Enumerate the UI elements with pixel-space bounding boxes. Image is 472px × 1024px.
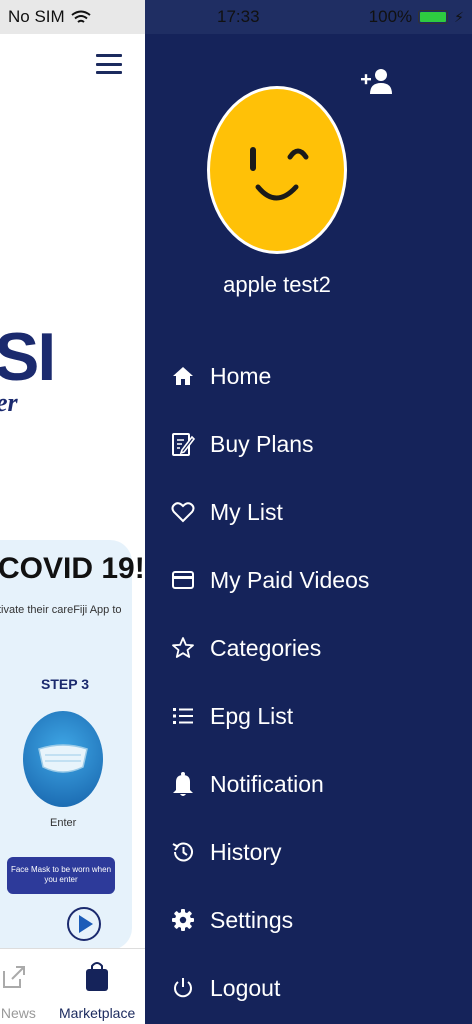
star-icon [171, 636, 195, 660]
menu-item-logout[interactable]: Logout [145, 954, 472, 1022]
tab-marketplace-label: Marketplace [59, 1005, 136, 1021]
home-icon [171, 364, 195, 388]
menu-item-history[interactable]: History [145, 818, 472, 886]
promo-title: COVID 19! [0, 552, 145, 585]
shopping-bag-icon [86, 962, 108, 991]
tab-news-label: c News [0, 1005, 36, 1021]
wifi-icon [71, 10, 91, 23]
menu-label-my-paid-videos: My Paid Videos [210, 566, 370, 593]
mask-note-button[interactable]: Face Mask to be worn when you enter [7, 857, 115, 894]
step-label: STEP 3 [41, 676, 89, 692]
promo-description: tivate their careFiji App to [0, 604, 122, 616]
tab-marketplace[interactable]: Marketplace [56, 949, 142, 1024]
menu-item-settings[interactable]: Settings [145, 886, 472, 954]
brand-logo-icon [67, 907, 101, 941]
menu-item-my-paid-videos[interactable]: My Paid Videos [145, 546, 472, 614]
face-mask-image [23, 711, 103, 807]
edit-document-icon [171, 432, 195, 456]
battery-info: 100% ⚡︎ [369, 7, 464, 27]
menu-label-notification: Notification [210, 770, 324, 797]
list-icon [171, 704, 195, 728]
clock: 17:33 [217, 7, 260, 26]
menu-item-notification[interactable]: Notification [145, 750, 472, 818]
hamburger-menu-icon[interactable] [96, 54, 122, 74]
battery-percent: 100% [368, 7, 413, 26]
gear-icon [171, 908, 195, 932]
menu-label-buy-plans: Buy Plans [210, 430, 314, 457]
add-user-icon[interactable] [360, 66, 394, 96]
external-link-icon [3, 966, 25, 988]
carrier-info: No SIM [8, 7, 91, 27]
power-icon [171, 976, 195, 1000]
credit-card-icon [171, 568, 195, 592]
menu-item-home[interactable]: Home [145, 342, 472, 410]
menu-label-my-list: My List [210, 498, 283, 525]
charging-bolt-icon: ⚡︎ [454, 8, 464, 25]
enter-label: Enter [50, 817, 77, 829]
background-app: SI er COVID 19! tivate their careFiji Ap… [0, 0, 145, 1024]
bell-icon [171, 772, 195, 796]
menu-label-home: Home [210, 362, 272, 389]
menu-label-settings: Settings [210, 906, 294, 933]
history-icon [171, 840, 195, 864]
battery-icon [418, 10, 449, 24]
bottom-tab-bar: c News Marketplace [0, 948, 145, 1024]
user-name: apple test2 [223, 272, 331, 297]
menu-label-categories: Categories [210, 634, 322, 661]
menu-item-epg-list[interactable]: Epg List [145, 682, 472, 750]
avatar[interactable] [207, 86, 347, 254]
tab-news[interactable]: c News [0, 949, 50, 1024]
smiley-face-icon [250, 147, 309, 201]
status-bar: No SIM 17:33 100% ⚡︎ [0, 0, 472, 34]
menu-label-logout: Logout [210, 974, 281, 1001]
navigation-drawer: apple test2 Home Buy Plans My List My Pa… [145, 0, 472, 1024]
menu-item-buy-plans[interactable]: Buy Plans [145, 410, 472, 478]
heart-icon [171, 500, 195, 524]
menu-item-my-list[interactable]: My List [145, 478, 472, 546]
app-logo: SI [0, 319, 56, 395]
menu-label-history: History [210, 838, 282, 865]
menu-item-categories[interactable]: Categories [145, 614, 472, 682]
menu-label-epg-list: Epg List [210, 702, 294, 729]
carrier-label: No SIM [8, 7, 65, 26]
app-logo-tagline: er [0, 388, 18, 417]
